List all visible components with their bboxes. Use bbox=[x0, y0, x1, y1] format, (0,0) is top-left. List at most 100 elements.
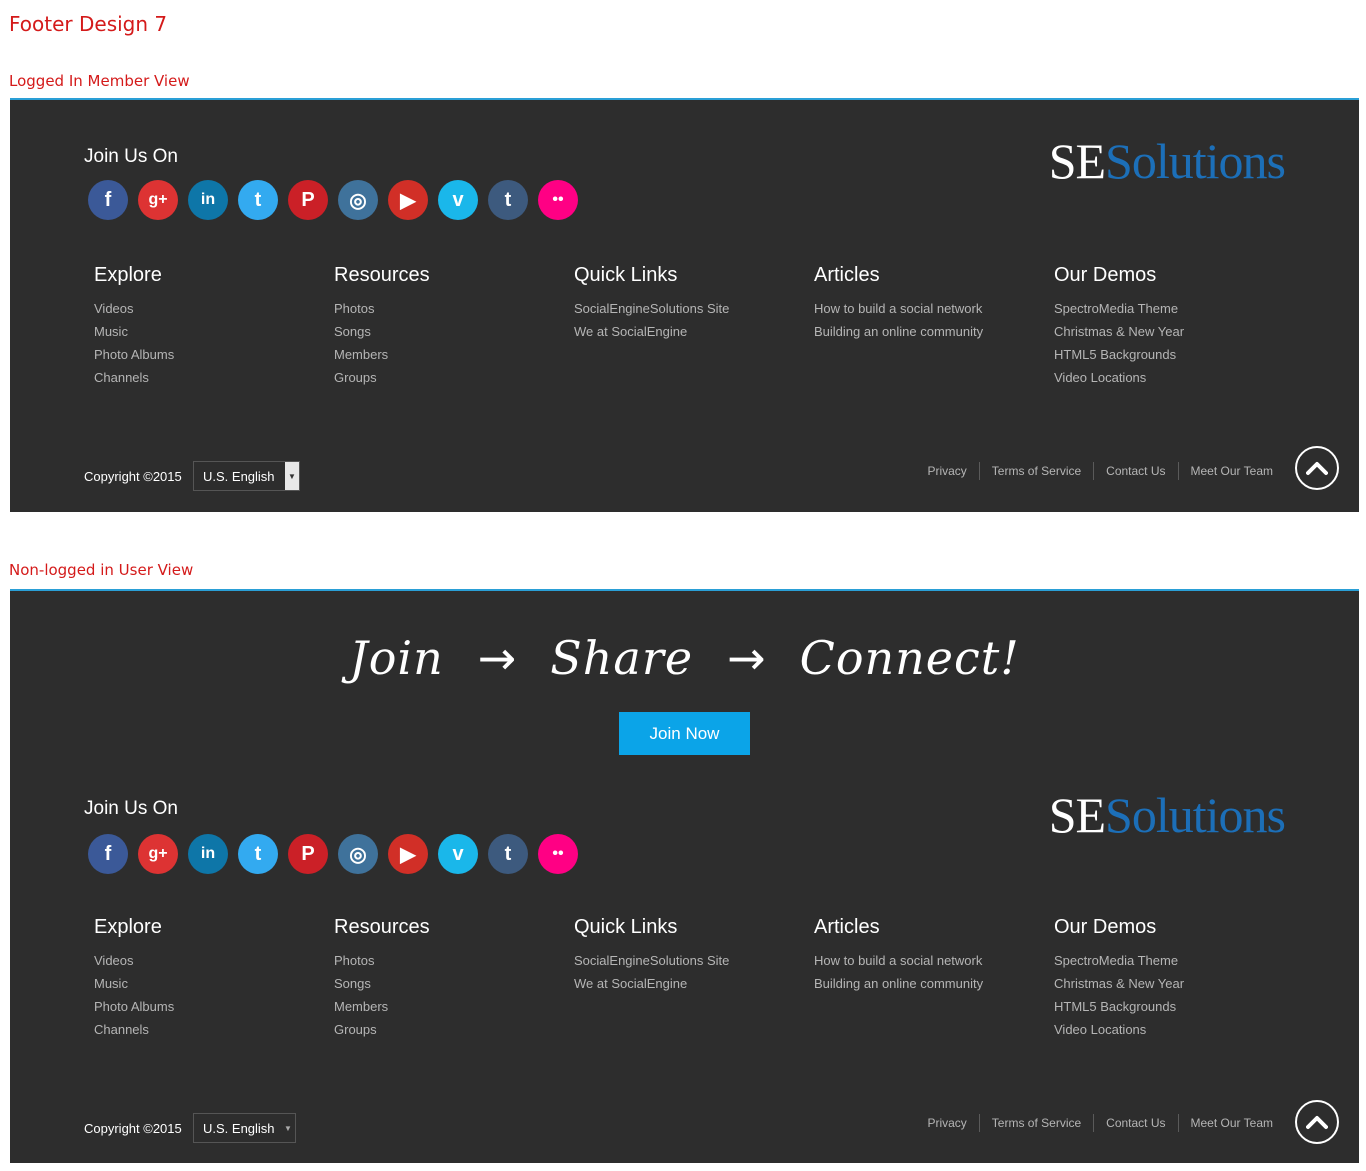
footer-link[interactable]: Christmas & New Year bbox=[1054, 320, 1294, 343]
vimeo-glyph: v bbox=[452, 842, 464, 865]
footer-link[interactable]: We at SocialEngine bbox=[574, 972, 814, 995]
bottom-links: Privacy Terms of Service Contact Us Meet Ou… bbox=[915, 462, 1285, 480]
footer-link[interactable]: How to build a social network bbox=[814, 297, 1054, 320]
vimeo-icon[interactable]: v bbox=[438, 834, 478, 874]
tumblr-glyph: t bbox=[504, 188, 512, 211]
footer-link[interactable]: Video Locations bbox=[1054, 1018, 1294, 1041]
language-select[interactable]: U.S. English ▼ bbox=[193, 461, 300, 491]
logo[interactable]: SESolutions bbox=[1049, 136, 1286, 186]
instagram-icon[interactable]: ◎ bbox=[338, 834, 378, 874]
footer-link[interactable]: Channels bbox=[94, 366, 334, 389]
footer-link[interactable]: HTML5 Backgrounds bbox=[1054, 995, 1294, 1018]
vimeo-icon[interactable]: v bbox=[438, 180, 478, 220]
link-terms-of-service[interactable]: Terms of Service bbox=[978, 1114, 1093, 1132]
footer-column-our-demos: Our Demos SpectroMedia Theme Christmas & N… bbox=[1054, 916, 1294, 1041]
footer-link[interactable]: SpectroMedia Theme bbox=[1054, 949, 1294, 972]
pinterest-icon[interactable]: P bbox=[288, 180, 328, 220]
language-select[interactable]: U.S. English ▼ bbox=[193, 1113, 296, 1143]
footer-link[interactable]: How to build a social network bbox=[814, 949, 1054, 972]
column-heading: Explore bbox=[94, 264, 162, 286]
footer-link[interactable]: Songs bbox=[334, 320, 574, 343]
linkedin-icon[interactable]: in bbox=[188, 834, 228, 874]
footer-link[interactable]: SocialEngineSolutions Site bbox=[574, 949, 814, 972]
link-meet-our-team[interactable]: Meet Our Team bbox=[1177, 462, 1285, 480]
footer-link[interactable]: Video Locations bbox=[1054, 366, 1294, 389]
footer-link[interactable]: Music bbox=[94, 320, 334, 343]
link-contact-us[interactable]: Contact Us bbox=[1093, 1114, 1177, 1132]
column-links: SpectroMedia Theme Christmas & New Year HT… bbox=[1054, 297, 1294, 389]
pinterest-glyph: P bbox=[301, 842, 315, 865]
join-now-button[interactable]: Join Now bbox=[619, 712, 750, 755]
footer-link[interactable]: Videos bbox=[94, 297, 334, 320]
footer-link[interactable]: Groups bbox=[334, 366, 574, 389]
scroll-to-top-button[interactable] bbox=[1295, 1100, 1339, 1144]
footer-link[interactable]: Groups bbox=[334, 1018, 574, 1041]
column-links: SocialEngineSolutions Site We at SocialEn… bbox=[574, 949, 814, 995]
footer-link[interactable]: Channels bbox=[94, 1018, 334, 1041]
join-us-title: Join Us On bbox=[84, 146, 178, 167]
pinterest-icon[interactable]: P bbox=[288, 834, 328, 874]
dropdown-arrow-icon: ▼ bbox=[285, 462, 299, 490]
youtube-glyph: ▶ bbox=[400, 843, 416, 866]
flickr-icon[interactable]: •• bbox=[538, 180, 578, 220]
youtube-glyph: ▶ bbox=[400, 189, 416, 212]
link-privacy[interactable]: Privacy bbox=[915, 1114, 978, 1132]
footer-link[interactable]: We at SocialEngine bbox=[574, 320, 814, 343]
logo[interactable]: SESolutions bbox=[1049, 790, 1286, 840]
facebook-glyph: f bbox=[104, 842, 112, 865]
link-privacy[interactable]: Privacy bbox=[915, 462, 978, 480]
footer-logged-in: Join Us On f g+ in t P ◎ ▶ v t •• SESolutions Exp… bbox=[10, 98, 1359, 512]
tumblr-icon[interactable]: t bbox=[488, 180, 528, 220]
twitter-icon[interactable]: t bbox=[238, 180, 278, 220]
twitter-glyph: t bbox=[254, 188, 262, 211]
footer-link[interactable]: SocialEngineSolutions Site bbox=[574, 297, 814, 320]
footer-link[interactable]: Building an online community bbox=[814, 972, 1054, 995]
footer-link[interactable]: Christmas & New Year bbox=[1054, 972, 1294, 995]
footer-column-resources: Resources Photos Songs Members Groups bbox=[334, 916, 574, 1041]
youtube-icon[interactable]: ▶ bbox=[388, 180, 428, 220]
youtube-icon[interactable]: ▶ bbox=[388, 834, 428, 874]
copyright: Copyright ©2015 bbox=[84, 1121, 182, 1136]
column-links: Photos Songs Members Groups bbox=[334, 949, 574, 1041]
footer-column-explore: Explore Videos Music Photo Albums Channels bbox=[94, 916, 334, 1041]
column-heading: Explore bbox=[94, 916, 162, 938]
footer-link[interactable]: Photos bbox=[334, 297, 574, 320]
footer-columns: Explore Videos Music Photo Albums Channels Re… bbox=[94, 264, 1294, 389]
footer-link[interactable]: HTML5 Backgrounds bbox=[1054, 343, 1294, 366]
instagram-icon[interactable]: ◎ bbox=[338, 180, 378, 220]
column-heading: Resources bbox=[334, 916, 430, 938]
facebook-icon[interactable]: f bbox=[88, 180, 128, 220]
footer-link[interactable]: Members bbox=[334, 995, 574, 1018]
footer-column-articles: Articles How to build a social network Bui… bbox=[814, 264, 1054, 389]
footer-link[interactable]: SpectroMedia Theme bbox=[1054, 297, 1294, 320]
facebook-icon[interactable]: f bbox=[88, 834, 128, 874]
tumblr-glyph: t bbox=[504, 842, 512, 865]
footer-link[interactable]: Members bbox=[334, 343, 574, 366]
flickr-icon[interactable]: •• bbox=[538, 834, 578, 874]
google-plus-icon[interactable]: g+ bbox=[138, 180, 178, 220]
scroll-to-top-button[interactable] bbox=[1295, 446, 1339, 490]
footer-link[interactable]: Photo Albums bbox=[94, 343, 334, 366]
footer-link[interactable]: Songs bbox=[334, 972, 574, 995]
vimeo-glyph: v bbox=[452, 188, 464, 211]
link-meet-our-team[interactable]: Meet Our Team bbox=[1177, 1114, 1285, 1132]
column-links: SpectroMedia Theme Christmas & New Year HT… bbox=[1054, 949, 1294, 1041]
linkedin-icon[interactable]: in bbox=[188, 180, 228, 220]
footer-link[interactable]: Photos bbox=[334, 949, 574, 972]
google-plus-glyph: g+ bbox=[148, 845, 168, 862]
column-heading: Quick Links bbox=[574, 264, 678, 286]
google-plus-icon[interactable]: g+ bbox=[138, 834, 178, 874]
footer-link[interactable]: Music bbox=[94, 972, 334, 995]
footer-link[interactable]: Building an online community bbox=[814, 320, 1054, 343]
link-contact-us[interactable]: Contact Us bbox=[1093, 462, 1177, 480]
instagram-glyph: ◎ bbox=[349, 189, 367, 212]
column-links: Videos Music Photo Albums Channels bbox=[94, 297, 334, 389]
link-terms-of-service[interactable]: Terms of Service bbox=[978, 462, 1093, 480]
twitter-glyph: t bbox=[254, 842, 262, 865]
tumblr-icon[interactable]: t bbox=[488, 834, 528, 874]
flickr-glyph: •• bbox=[552, 191, 564, 208]
flickr-glyph: •• bbox=[552, 845, 564, 862]
footer-link[interactable]: Photo Albums bbox=[94, 995, 334, 1018]
twitter-icon[interactable]: t bbox=[238, 834, 278, 874]
footer-link[interactable]: Videos bbox=[94, 949, 334, 972]
